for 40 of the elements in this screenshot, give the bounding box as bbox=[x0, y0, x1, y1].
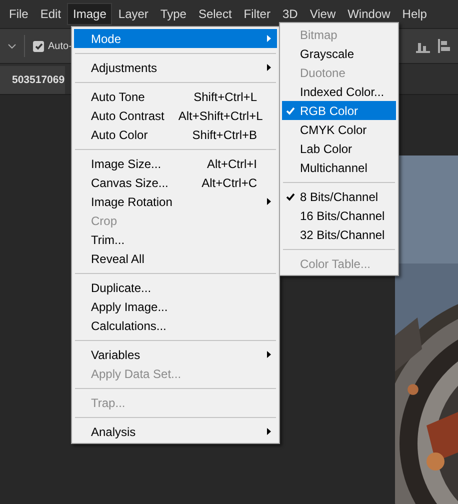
menu-item[interactable]: 16 Bits/Channel bbox=[282, 206, 396, 225]
menu-bar-item[interactable]: Select bbox=[192, 3, 238, 25]
document-tab[interactable]: 503517069 bbox=[0, 66, 65, 94]
menu-item[interactable]: 8 Bits/Channel bbox=[282, 187, 396, 206]
menu-item[interactable]: Variables bbox=[74, 345, 277, 364]
auto-select-label: Auto- bbox=[48, 40, 72, 52]
menu-bar-item[interactable]: Filter bbox=[238, 3, 276, 25]
auto-select-checkbox[interactable] bbox=[33, 40, 44, 52]
menu-bar-item[interactable]: Window bbox=[342, 3, 396, 25]
menu-item[interactable]: Mode bbox=[74, 29, 277, 48]
menu-item[interactable]: Image Rotation bbox=[74, 192, 277, 211]
align-left-icon[interactable] bbox=[438, 39, 450, 53]
menu-bar-item[interactable]: Layer bbox=[112, 3, 154, 25]
menu-bar-item[interactable]: Image bbox=[67, 3, 112, 25]
menu-item[interactable]: Adjustments bbox=[74, 58, 277, 77]
checkmark-icon bbox=[34, 42, 42, 50]
menu-item[interactable]: Grayscale bbox=[282, 44, 396, 63]
menu-bar-item[interactable]: View bbox=[304, 3, 342, 25]
menu-bar-item[interactable]: Help bbox=[396, 3, 433, 25]
menu-item[interactable]: Multichannel bbox=[282, 158, 396, 177]
menu-item[interactable]: Duplicate... bbox=[74, 278, 277, 297]
menu-bar-item[interactable]: Edit bbox=[34, 3, 68, 25]
menu-bar-item[interactable]: 3D bbox=[276, 3, 304, 25]
menu-bar-item[interactable]: Type bbox=[154, 3, 192, 25]
menu-item[interactable]: Auto Tone Shift+Ctrl+L bbox=[74, 87, 277, 106]
menu-item[interactable]: Auto Contrast Alt+Shift+Ctrl+L bbox=[74, 106, 277, 125]
menu-item[interactable]: Apply Image... bbox=[74, 297, 277, 316]
menu-item[interactable]: Calculations... bbox=[74, 316, 277, 335]
menu-bar-item[interactable]: File bbox=[3, 3, 34, 25]
menu-item[interactable]: Canvas Size... Alt+Ctrl+C bbox=[74, 173, 277, 192]
menu-item[interactable]: 32 Bits/Channel bbox=[282, 225, 396, 244]
menu-item[interactable]: RGB Color bbox=[282, 101, 396, 120]
menu-item[interactable]: Indexed Color... bbox=[282, 82, 396, 101]
menu-item[interactable]: CMYK Color bbox=[282, 120, 396, 139]
menu-item[interactable]: Lab Color bbox=[282, 139, 396, 158]
menu-item[interactable]: Auto Color Shift+Ctrl+B bbox=[74, 125, 277, 144]
menu-item[interactable]: Image Size... Alt+Ctrl+I bbox=[74, 154, 277, 173]
menu-item[interactable]: Reveal All bbox=[74, 249, 277, 268]
menu-item[interactable]: Trim... bbox=[74, 230, 277, 249]
menu-item[interactable]: Analysis bbox=[74, 422, 277, 441]
